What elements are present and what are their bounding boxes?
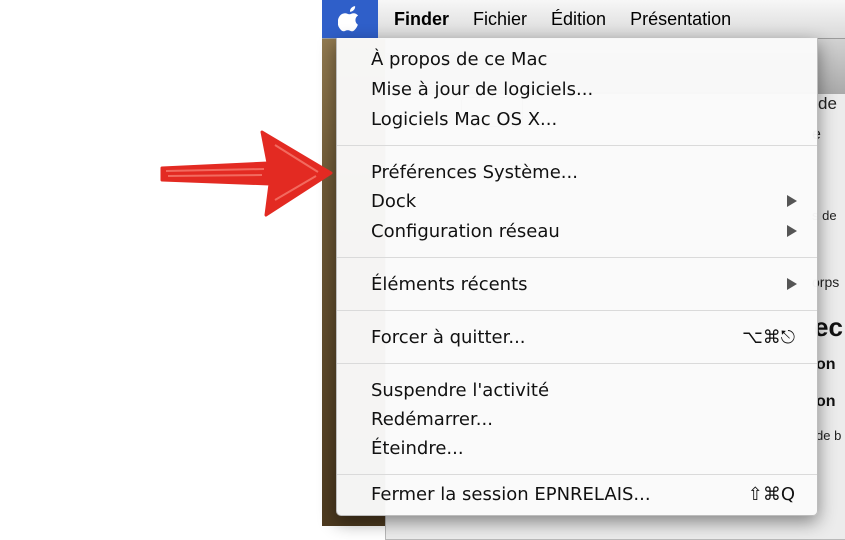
menubar-item-edition[interactable]: Édition — [539, 9, 618, 30]
background-fragment: de — [818, 94, 837, 113]
menu-bar: Finder Fichier Édition Présentation — [322, 0, 845, 39]
menu-item-label: Forcer à quitter... — [371, 326, 526, 348]
menu-item-label: Préférences Système... — [371, 161, 578, 183]
menu-item-mac-os-x-software[interactable]: Logiciels Mac OS X... — [337, 104, 817, 134]
menu-item-sleep[interactable]: Suspendre l'activité — [337, 375, 817, 405]
menu-item-restart[interactable]: Redémarrer... — [337, 404, 817, 434]
menu-item-software-update[interactable]: Mise à jour de logiciels... — [337, 74, 817, 104]
menu-item-label: Suspendre l'activité — [371, 379, 550, 401]
menu-separator — [337, 310, 817, 311]
background-fragment: on — [816, 356, 836, 373]
menubar-item-fichier[interactable]: Fichier — [461, 9, 539, 30]
menu-item-label: Configuration réseau — [371, 220, 560, 242]
submenu-arrow-icon — [787, 225, 797, 237]
menu-item-label: Logiciels Mac OS X... — [371, 108, 558, 130]
menu-item-network-location[interactable]: Configuration réseau — [337, 216, 817, 246]
menu-item-shut-down[interactable]: Éteindre... — [337, 433, 817, 463]
menubar-item-presentation[interactable]: Présentation — [618, 9, 743, 30]
menu-item-dock[interactable]: Dock — [337, 186, 817, 216]
menu-separator — [337, 363, 817, 364]
apple-menu-button[interactable] — [322, 0, 378, 38]
menu-item-recent-items[interactable]: Éléments récents — [337, 269, 817, 299]
menu-item-label: Mise à jour de logiciels... — [371, 78, 594, 100]
menu-item-label: Éteindre... — [371, 437, 464, 459]
menu-separator — [337, 257, 817, 258]
menu-item-log-out[interactable]: Fermer la session EPNRELAIS... ⇧⌘Q — [337, 479, 817, 509]
background-fragment: on — [816, 393, 836, 410]
menubar-item-finder[interactable]: Finder — [378, 9, 461, 30]
keyboard-shortcut: ⇧⌘Q — [747, 483, 795, 505]
background-fragment: ec — [814, 312, 843, 342]
apple-menu-dropdown: À propos de ce Mac Mise à jour de logici… — [336, 38, 818, 516]
menu-item-label: Redémarrer... — [371, 408, 493, 430]
apple-logo-icon — [338, 5, 359, 31]
submenu-arrow-icon — [787, 195, 797, 207]
menu-item-label: À propos de ce Mac — [371, 48, 548, 70]
menu-item-label: Fermer la session EPNRELAIS... — [371, 483, 651, 505]
menu-separator — [337, 474, 817, 475]
menu-item-label: Dock — [371, 190, 417, 212]
menu-item-label: Éléments récents — [371, 273, 528, 295]
menu-item-system-preferences[interactable]: Préférences Système... — [337, 157, 817, 187]
submenu-arrow-icon — [787, 278, 797, 290]
menu-item-force-quit[interactable]: Forcer à quitter... ⌥⌘⎋ — [337, 322, 817, 352]
menu-separator — [337, 145, 817, 146]
menu-item-about-this-mac[interactable]: À propos de ce Mac — [337, 44, 817, 74]
keyboard-shortcut: ⌥⌘⎋ — [742, 326, 795, 348]
background-fragment: de b — [816, 428, 842, 443]
